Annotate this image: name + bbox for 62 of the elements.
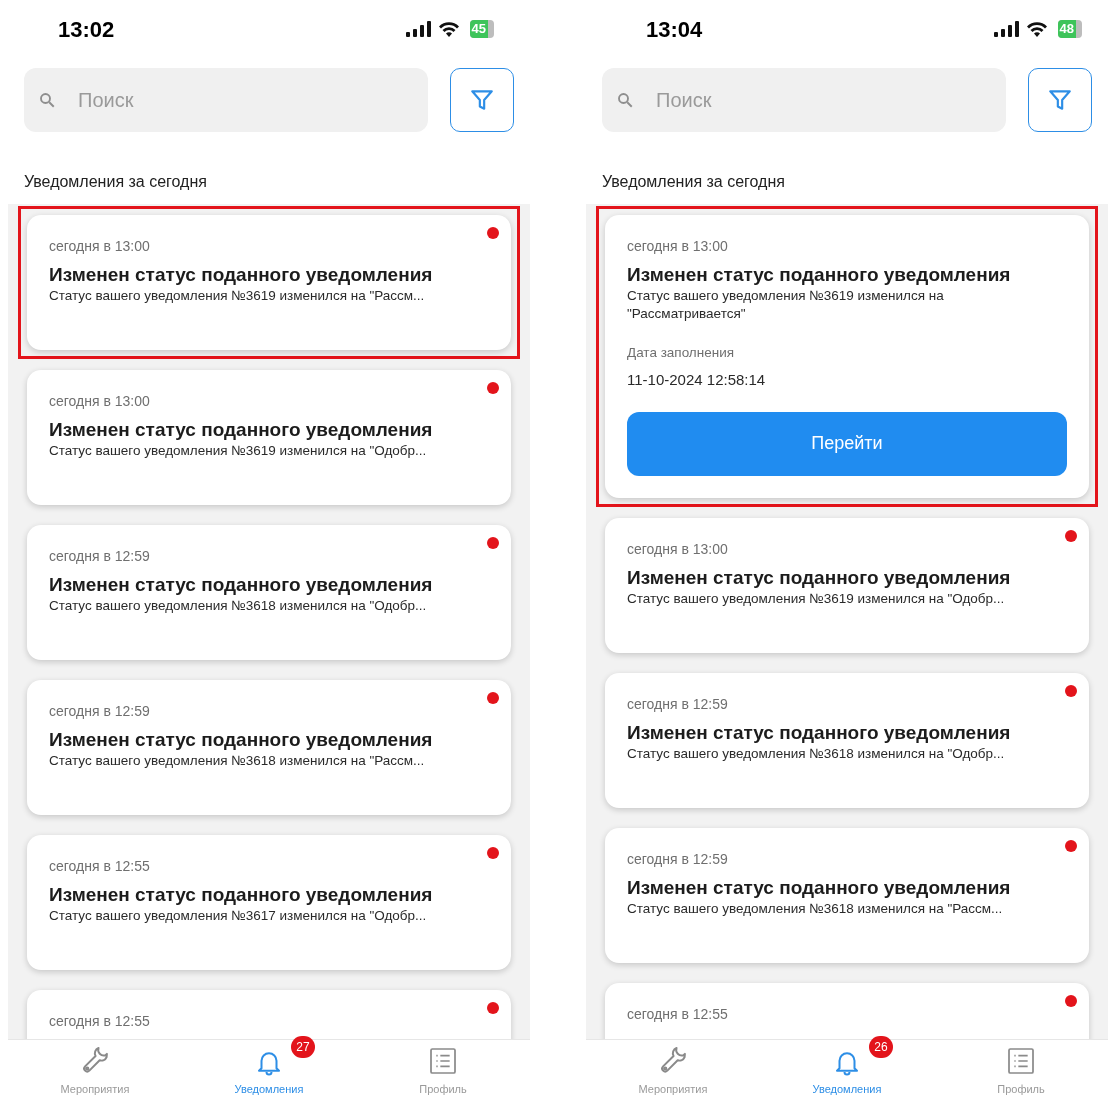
notification-time: сегодня в 12:55 xyxy=(49,1012,151,1030)
notification-time: сегодня в 12:59 xyxy=(627,694,729,713)
notification-title: Изменен статус поданного уведомления xyxy=(49,418,434,442)
search-icon xyxy=(38,91,56,109)
notification-text: Статус вашего уведомления №3617 изменился на "Одобр... xyxy=(49,907,428,925)
notification-time: сегодня в 12:55 xyxy=(627,1004,729,1023)
count-badge: 27 xyxy=(291,1036,315,1058)
notification-card[interactable]: сегодня в 13:00 Изменен статус поданного уведомления Статус вашего уведомления №3619 изменился на "Одобр... xyxy=(27,370,511,505)
notification-text: Статус вашего уведомления №3618 изменился на "Одобр... xyxy=(49,597,428,615)
clock-time: 13:04 xyxy=(646,15,703,44)
notification-text: Статус вашего уведомления №3618 изменился на "Рассм... xyxy=(627,899,1004,918)
notification-text: Статус вашего уведомления №3618 изменился на "Одобр... xyxy=(627,744,1006,763)
battery-indicator: 45 xyxy=(469,20,494,38)
section-title: Уведомления за сегодня xyxy=(601,172,786,192)
filter-button[interactable] xyxy=(450,68,514,132)
battery-indicator: 48 xyxy=(1057,20,1082,38)
count-badge: 26 xyxy=(869,1036,893,1058)
search-field[interactable]: Поиск xyxy=(24,68,428,132)
notification-title: Изменен статус поданного уведомления xyxy=(49,263,434,287)
signal-icon xyxy=(993,21,1020,37)
notification-card[interactable]: сегодня в 12:59 Изменен статус поданного уведомления Статус вашего уведомления №3618 изменился на "Рассм... xyxy=(605,827,1089,963)
notification-text: Статус вашего уведомления №3619 изменился на "Одобр... xyxy=(627,589,1006,608)
notification-time: сегодня в 13:00 xyxy=(627,539,729,558)
notification-card[interactable]: сегодня в 12:59 Изменен статус поданного уведомления Статус вашего уведомления №3618 изменился на "Одобр... xyxy=(27,525,511,660)
date-label: Дата заполнения xyxy=(627,344,735,362)
notification-card[interactable]: сегодня в 12:59 Изменен статус поданного уведомления Статус вашего уведомления №3618 изменился на "Рассм... xyxy=(27,680,511,815)
notification-time: сегодня в 13:00 xyxy=(49,237,151,255)
notification-card[interactable]: сегодня в 13:00 Изменен статус поданного уведомления Статус вашего уведомления №3619 изменился на "Рассматривается" Дата заполнения 11-10-2024 12:58:14 Перейти xyxy=(605,215,1089,498)
notification-title: Изменен статус поданного уведомления xyxy=(627,565,1012,590)
wifi-icon xyxy=(437,21,460,37)
date-value: 11-10-2024 12:58:14 xyxy=(627,370,767,391)
search-field[interactable]: Поиск xyxy=(602,68,1006,132)
notification-title: Изменен статус поданного уведомления xyxy=(627,263,1012,287)
notification-text: Статус вашего уведомления №3618 изменился на "Рассм... xyxy=(49,752,426,770)
notification-title: Изменен статус поданного уведомления xyxy=(627,720,1012,745)
notification-title: Изменен статус поданного уведомления xyxy=(49,573,434,597)
notification-text: Статус вашего уведомления №3619 изменился на "Рассматривается" xyxy=(627,287,945,323)
notification-text: Статус вашего уведомления №3619 изменился на "Одобр... xyxy=(49,442,428,460)
notification-card[interactable]: сегодня в 12:55 Изменен статус поданного уведомления Статус вашего уведомления №3617 изменился на "Одобр... xyxy=(27,835,511,970)
search-icon xyxy=(616,91,634,109)
notification-time: сегодня в 12:59 xyxy=(49,547,151,565)
notification-text: Статус вашего уведомления №3619 изменился на "Рассм... xyxy=(49,287,426,305)
notification-time: сегодня в 12:59 xyxy=(627,849,729,868)
filter-icon xyxy=(469,87,495,113)
filter-icon xyxy=(1047,87,1073,113)
notification-title: Изменен статус поданного уведомления xyxy=(49,883,434,907)
notification-card[interactable]: сегодня в 12:55 xyxy=(27,990,511,1039)
notification-card[interactable]: сегодня в 12:59 Изменен статус поданного уведомления Статус вашего уведомления №3618 изменился на "Одобр... xyxy=(605,672,1089,808)
notification-time: сегодня в 12:55 xyxy=(49,857,151,875)
section-title: Уведомления за сегодня xyxy=(23,172,208,192)
notification-title: Изменен статус поданного уведомления xyxy=(627,875,1012,900)
notification-time: сегодня в 13:00 xyxy=(49,392,151,410)
notification-card[interactable]: сегодня в 13:00 Изменен статус поданного уведомления Статус вашего уведомления №3619 изменился на "Рассм... xyxy=(27,215,511,350)
notification-card[interactable]: сегодня в 12:55 xyxy=(605,982,1089,1039)
notification-title: Изменен статус поданного уведомления xyxy=(49,728,434,752)
notification-time: сегодня в 12:59 xyxy=(49,702,151,720)
filter-button[interactable] xyxy=(1028,68,1092,132)
notification-time: сегодня в 13:00 xyxy=(627,237,729,255)
clock-time: 13:02 xyxy=(58,15,115,44)
wifi-icon xyxy=(1025,21,1048,37)
notification-card[interactable]: сегодня в 13:00 Изменен статус поданного уведомления Статус вашего уведомления №3619 изменился на "Одобр... xyxy=(605,517,1089,653)
signal-icon xyxy=(405,21,432,37)
